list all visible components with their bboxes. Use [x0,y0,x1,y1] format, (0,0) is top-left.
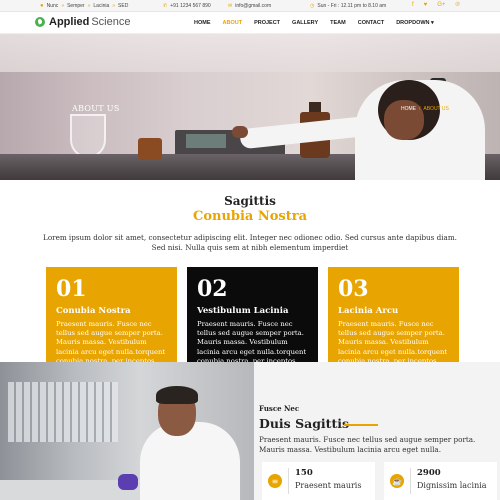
card-text: Praesent mauris. Fusce nec tellus sed au… [56,320,166,365]
top-bar: ● Nunc » Semper » Lacinia » SED ✆ +91 12… [0,0,500,12]
main-menu: HOME ABOUT PROJECT GALLERY TEAM CONTACT … [188,20,440,26]
card-text: Praesent mauris. Fusce nec tellus sed au… [338,320,448,365]
card-number: 03 [338,276,369,302]
social-links: f ♥ G+ ℗ [412,2,460,8]
coffee-icon: ☕ [390,474,404,488]
machine-screen-image [186,134,226,148]
phone[interactable]: ✆ +91 1234 567 890 [163,3,211,9]
phone-number: +91 1234 567 890 [170,3,211,9]
address-part: SED [118,3,129,9]
lab-photo [0,362,254,500]
address-part: Lacinia [93,3,110,9]
nav-item-contact[interactable]: CONTACT [352,20,390,26]
feature-card: 01 Conubia Nostra Praesent mauris. Fusce… [46,267,177,376]
leaf-logo-icon [35,17,45,27]
stat-box: ≡ 150 Praesent mauris [262,462,375,500]
card-text: Praesent mauris. Fusce nec tellus sed au… [197,320,307,365]
brand-name-light: Science [91,16,131,28]
email-address: info@gmail.com [235,3,272,9]
scientist-hair-image [156,386,198,404]
scientist-coat-image [140,422,240,500]
opening-hours: ◷ Sun - Fri : 12.11 pm to 8.10 am [310,3,386,9]
brand-name-bold: Applied [49,16,90,28]
stat-box: ☕ 2900 Dignissim lacinia [384,462,497,500]
email[interactable]: ✉ info@gmail.com [228,3,271,9]
nav-item-home[interactable]: HOME [188,20,217,26]
stat-divider [410,468,411,494]
glove-image [118,474,138,490]
coins-icon: ≡ [268,474,282,488]
facebook-icon[interactable]: f [412,2,414,8]
bottom-eyebrow: Fusce Nec [259,404,300,413]
nav-item-dropdown[interactable]: DROPDOWN ▾ [390,20,440,26]
stat-label: Dignissim lacinia [417,481,487,490]
feature-card: 03 Lacinia Arcu Praesent mauris. Fusce n… [328,267,459,376]
scientist-hand-image [232,126,248,138]
bottle-image [138,138,162,160]
location-pin-icon: ● [40,3,44,9]
card-title: Vestibulum Lacinia [197,306,289,316]
address-part: Nunc [46,3,59,9]
breadcrumb-current: ABOUT US [423,106,449,112]
address-separator-icon: » [87,3,91,9]
stat-value: 150 [295,468,313,478]
twitter-icon[interactable]: ♥ [424,2,428,8]
hero-shelf [0,34,500,72]
section-title: Conubia Nostra [192,209,308,224]
hero-banner: ABOUT US HOME / ABOUT US [0,34,500,180]
section-text: Lorem ipsum dolor sit amet, consectetur … [43,233,457,252]
address-separator-icon: » [112,3,116,9]
address-part: Semper [67,3,85,9]
section-subtitle: Sagittis [224,194,276,208]
stat-divider [288,468,289,494]
card-title: Conubia Nostra [56,306,131,316]
navbar: Applied Science HOME ABOUT PROJECT GALLE… [0,12,500,34]
card-number: 01 [56,276,87,302]
logo[interactable]: Applied Science [35,16,130,28]
phone-icon: ✆ [163,3,168,9]
feature-card: 02 Vestibulum Lacinia Praesent mauris. F… [187,267,318,376]
breadcrumb-home[interactable]: HOME [401,106,416,112]
stat-value: 2900 [417,468,441,478]
card-title: Lacinia Arcu [338,306,399,316]
stat-label: Praesent mauris [295,481,362,490]
address: ● Nunc » Semper » Lacinia » SED [40,3,128,9]
google-plus-icon[interactable]: G+ [437,2,445,8]
flask-image [70,114,106,158]
address-separator-icon: » [61,3,65,9]
hero-title: ABOUT US [72,104,120,113]
title-underline [344,424,378,426]
bottom-text: Praesent mauris. Fusce nec tellus sed au… [259,435,476,454]
pinterest-icon[interactable]: ℗ [455,2,459,8]
bottom-title: Duis Sagittis [259,416,350,431]
hours-text: Sun - Fri : 12.11 pm to 8.10 am [317,3,387,9]
nav-item-project[interactable]: PROJECT [248,20,286,26]
card-number: 02 [197,276,228,302]
lab-rack-image [8,382,118,442]
envelope-icon: ✉ [228,3,233,9]
clock-icon: ◷ [310,3,315,9]
nav-item-gallery[interactable]: GALLERY [286,20,324,26]
nav-item-team[interactable]: TEAM [324,20,352,26]
nav-item-about[interactable]: ABOUT [217,20,249,26]
breadcrumb: HOME / ABOUT US [401,106,449,112]
breadcrumb-separator-icon: / [419,106,421,112]
